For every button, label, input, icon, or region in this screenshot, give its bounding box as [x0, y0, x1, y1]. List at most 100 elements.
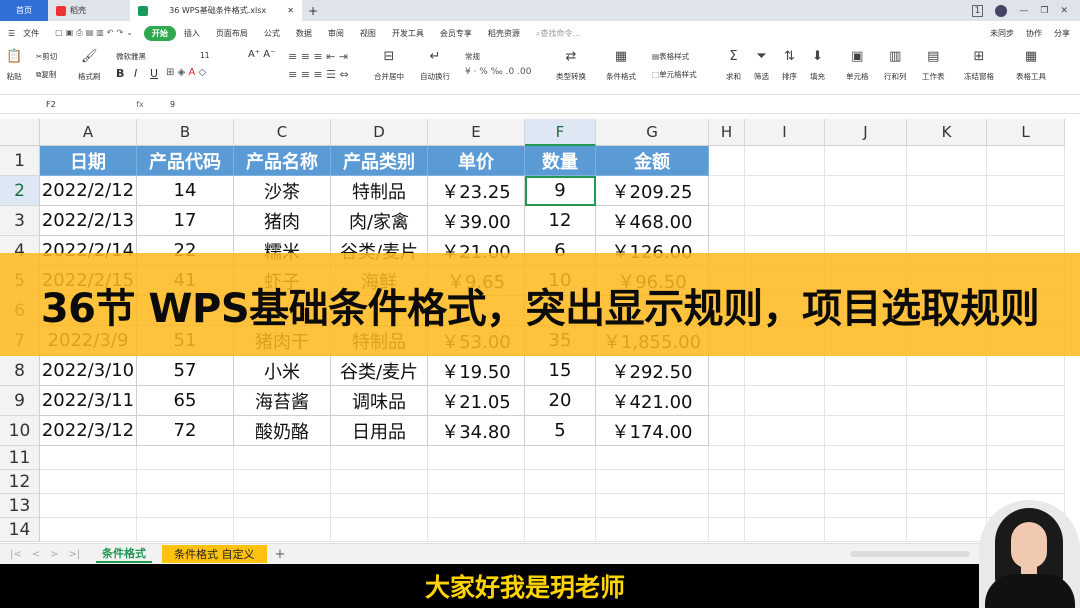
number-style-icons[interactable]: ¥ · % ‰ .0 .00: [465, 67, 531, 77]
empty-cell[interactable]: [709, 416, 745, 446]
row-col-button[interactable]: ▥ 行和列: [884, 49, 907, 82]
collab-button[interactable]: 协作: [1026, 28, 1042, 39]
empty-cell[interactable]: [137, 518, 234, 542]
menu-developer[interactable]: 开发工具: [384, 28, 432, 39]
worksheet-button[interactable]: ▤ 工作表: [922, 49, 945, 82]
empty-cell[interactable]: [428, 494, 525, 518]
empty-cell[interactable]: [709, 206, 745, 236]
table-header-cell[interactable]: 单价: [428, 146, 525, 176]
empty-cell[interactable]: [825, 494, 907, 518]
empty-cell[interactable]: [907, 356, 987, 386]
column-header-g[interactable]: G: [596, 119, 709, 146]
table-header-cell[interactable]: 产品代码: [137, 146, 234, 176]
row-header-8[interactable]: 8: [0, 356, 40, 386]
column-header-i[interactable]: I: [745, 119, 825, 146]
table-cell[interactable]: 肉/家禽: [331, 206, 428, 236]
empty-cell[interactable]: [137, 470, 234, 494]
table-cell[interactable]: 调味品: [331, 386, 428, 416]
sum-button[interactable]: Σ 求和: [726, 49, 741, 82]
row-header-14[interactable]: 14: [0, 518, 40, 542]
row-header-1[interactable]: 1: [0, 146, 40, 176]
row-header-10[interactable]: 10: [0, 416, 40, 446]
column-header-l[interactable]: L: [987, 119, 1065, 146]
menu-formula[interactable]: 公式: [256, 28, 288, 39]
empty-cell[interactable]: [907, 386, 987, 416]
quick-access-icons[interactable]: ▢▣⎙▤▥↶↷⌄: [47, 28, 144, 38]
menu-view[interactable]: 视图: [352, 28, 384, 39]
empty-cell[interactable]: [987, 470, 1065, 494]
table-tools-button[interactable]: ▦ 表格工具: [1016, 49, 1046, 82]
empty-cell[interactable]: [331, 470, 428, 494]
empty-cell[interactable]: [709, 386, 745, 416]
empty-cell[interactable]: [907, 176, 987, 206]
sheet-tab-cond-custom[interactable]: 条件格式 自定义: [162, 545, 267, 563]
table-style-button[interactable]: ▤表格样式: [652, 51, 689, 62]
underline-button[interactable]: U: [150, 67, 158, 80]
conditional-format-button[interactable]: ▦ 条件格式: [606, 49, 636, 82]
empty-cell[interactable]: [709, 146, 745, 176]
close-window-icon[interactable]: ✕: [1060, 6, 1068, 16]
empty-cell[interactable]: [234, 518, 331, 542]
empty-cell[interactable]: [987, 446, 1065, 470]
empty-cell[interactable]: [709, 470, 745, 494]
table-cell[interactable]: ￥292.50: [596, 356, 709, 386]
table-cell[interactable]: 57: [137, 356, 234, 386]
table-cell[interactable]: 日用品: [331, 416, 428, 446]
border-fill-color-icons[interactable]: ⊞ ◈ A ◇: [166, 67, 206, 78]
empty-cell[interactable]: [825, 206, 907, 236]
empty-cell[interactable]: [987, 356, 1065, 386]
column-header-d[interactable]: D: [331, 119, 428, 146]
empty-cell[interactable]: [596, 494, 709, 518]
menu-file[interactable]: 文件: [23, 28, 47, 39]
copy-button[interactable]: ⧉复制: [36, 69, 56, 80]
row-header-12[interactable]: 12: [0, 470, 40, 494]
share-button[interactable]: 分享: [1054, 28, 1070, 39]
freeze-panes-button[interactable]: ⊞ 冻结窗格: [964, 49, 994, 82]
table-cell[interactable]: ￥21.05: [428, 386, 525, 416]
column-header-b[interactable]: B: [137, 119, 234, 146]
row-header-11[interactable]: 11: [0, 446, 40, 470]
empty-cell[interactable]: [745, 470, 825, 494]
empty-cell[interactable]: [709, 356, 745, 386]
empty-cell[interactable]: [825, 146, 907, 176]
table-cell[interactable]: 5: [525, 416, 596, 446]
new-tab-button[interactable]: +: [302, 0, 324, 21]
table-cell[interactable]: ￥174.00: [596, 416, 709, 446]
empty-cell[interactable]: [709, 494, 745, 518]
empty-cell[interactable]: [525, 470, 596, 494]
horizontal-scrollbar[interactable]: [850, 551, 970, 557]
table-cell[interactable]: 猪肉: [234, 206, 331, 236]
empty-cell[interactable]: [525, 446, 596, 470]
row-header-3[interactable]: 3: [0, 206, 40, 236]
row-header-2[interactable]: 2: [0, 176, 40, 206]
table-cell[interactable]: 海苔酱: [234, 386, 331, 416]
empty-cell[interactable]: [137, 494, 234, 518]
table-cell[interactable]: 20: [525, 386, 596, 416]
merge-center-button[interactable]: ⊟ 合并居中: [374, 49, 404, 82]
table-cell[interactable]: 2022/2/13: [40, 206, 137, 236]
add-sheet-button[interactable]: +: [275, 547, 286, 562]
empty-cell[interactable]: [428, 446, 525, 470]
filter-button[interactable]: ⏷ 筛选: [754, 49, 769, 82]
table-cell[interactable]: 14: [137, 176, 234, 206]
search-input[interactable]: ⌕查找命令...: [528, 28, 588, 39]
table-cell[interactable]: 沙茶: [234, 176, 331, 206]
align-top-icons[interactable]: ≡ ≡ ≡ ⇤ ⇥: [288, 50, 348, 63]
empty-cell[interactable]: [745, 494, 825, 518]
empty-cell[interactable]: [40, 470, 137, 494]
empty-cell[interactable]: [745, 176, 825, 206]
empty-cell[interactable]: [987, 416, 1065, 446]
font-grow-icon[interactable]: A⁺ A⁻: [248, 49, 275, 60]
empty-cell[interactable]: [234, 494, 331, 518]
wrap-text-button[interactable]: ↵ 自动换行: [420, 49, 450, 82]
empty-cell[interactable]: [525, 494, 596, 518]
empty-cell[interactable]: [428, 470, 525, 494]
table-cell[interactable]: 72: [137, 416, 234, 446]
empty-cell[interactable]: [428, 518, 525, 542]
empty-cell[interactable]: [907, 518, 987, 542]
empty-cell[interactable]: [709, 176, 745, 206]
empty-cell[interactable]: [596, 518, 709, 542]
table-cell[interactable]: ￥39.00: [428, 206, 525, 236]
table-cell[interactable]: 65: [137, 386, 234, 416]
empty-cell[interactable]: [745, 416, 825, 446]
